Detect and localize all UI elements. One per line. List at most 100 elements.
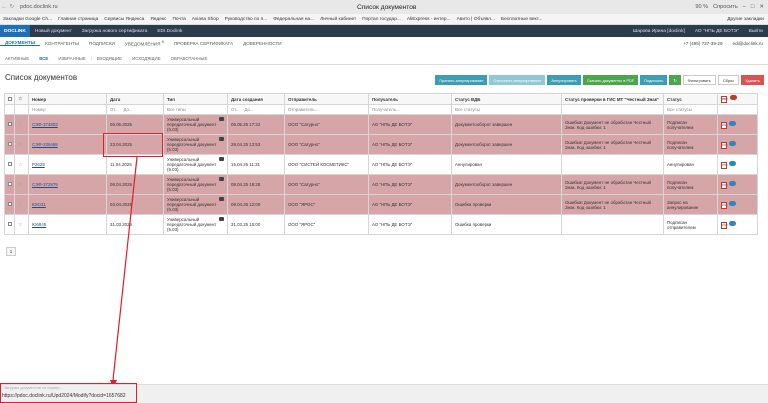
org-selector[interactable]: АО "НПЬ ДЕ БОТЭ" bbox=[690, 29, 744, 34]
row-checkbox[interactable] bbox=[4, 114, 15, 135]
download-pdf-button[interactable]: Скачать документы в PDF bbox=[582, 75, 639, 85]
doc-number[interactable]: ЮЮ31 bbox=[32, 202, 46, 207]
filter-date-range[interactable]: От... До... bbox=[106, 104, 164, 115]
reset-button[interactable]: Сброс bbox=[717, 75, 740, 85]
filter-gis-status[interactable] bbox=[561, 104, 664, 115]
briefcase-icon[interactable] bbox=[219, 137, 224, 141]
filter-button[interactable]: Фильтровать bbox=[682, 75, 716, 85]
maximize-icon[interactable]: □ bbox=[751, 4, 754, 10]
other-bookmarks[interactable]: Другие закладки bbox=[724, 17, 768, 22]
filter-created-to[interactable]: До... bbox=[245, 107, 254, 112]
cloud-download-icon[interactable] bbox=[729, 220, 736, 226]
doc-number-link[interactable]: СЭФ-372979 bbox=[28, 174, 107, 195]
subtab-outgoing[interactable]: ИСХОДЯЩИЕ bbox=[127, 56, 166, 61]
bookmark-item[interactable]: Бесплатные вект... bbox=[498, 17, 545, 22]
annul-button[interactable]: Аннулировать bbox=[547, 75, 581, 85]
row-checkbox[interactable] bbox=[4, 154, 15, 175]
accept-annulment-button[interactable]: Принять аннулирование bbox=[435, 75, 488, 85]
filter-created-range[interactable]: От... До... bbox=[227, 104, 285, 115]
subtab-incoming[interactable]: ВХОДЯЩИЕ bbox=[92, 56, 127, 61]
minimize-icon[interactable]: – bbox=[743, 4, 746, 10]
star-icon[interactable]: ☆ bbox=[14, 214, 29, 235]
download-icon[interactable] bbox=[730, 95, 738, 100]
briefcase-icon[interactable] bbox=[219, 197, 224, 201]
row-checkbox[interactable] bbox=[4, 214, 15, 235]
doc-number[interactable]: СЭФ-374803 bbox=[32, 122, 58, 127]
bookmark-item[interactable]: Яндекс bbox=[147, 17, 169, 22]
filter-vdb-status[interactable]: Все статусы bbox=[451, 104, 562, 115]
support-email[interactable]: edi@doclink.ru bbox=[728, 41, 768, 46]
table-row[interactable]: ☆ ЮЮ31 03.04.2025 Универсальный передаточны… bbox=[4, 194, 758, 215]
bookmark-item[interactable]: Руководство по п... bbox=[222, 17, 271, 22]
edi-doclink-link[interactable]: EDI.Doclink bbox=[152, 29, 187, 34]
briefcase-icon[interactable] bbox=[219, 217, 224, 221]
pdf-icon[interactable]: PDF bbox=[721, 221, 728, 229]
new-document-link[interactable]: Новый документ bbox=[30, 29, 77, 34]
bookmark-item[interactable]: AliExpress - интер... bbox=[404, 17, 454, 22]
subtab-processed[interactable]: ОБРАБОТАННЫЕ bbox=[166, 56, 213, 61]
table-row[interactable]: ☆ Ю6845 31.03.2025 Универсальный передаточн… bbox=[4, 214, 758, 235]
col-date[interactable]: Дата bbox=[106, 93, 164, 105]
tab-documents[interactable]: ДОКУМЕНТЫ bbox=[0, 40, 41, 46]
row-checkbox[interactable] bbox=[4, 134, 15, 155]
cloud-download-icon[interactable] bbox=[729, 200, 736, 206]
filter-created-from[interactable]: От... bbox=[231, 107, 240, 112]
upload-certificate-link[interactable]: Загрузка нового сертификата bbox=[77, 29, 153, 34]
briefcase-icon[interactable] bbox=[219, 157, 224, 161]
back-icon[interactable]: ← bbox=[0, 4, 8, 10]
tab-notifications[interactable]: УВЕДОМЛЕНИЯ 6 bbox=[120, 40, 169, 47]
doc-number[interactable]: Ю6845 bbox=[32, 222, 46, 227]
tab-contractors[interactable]: КОНТРАГЕНТЫ bbox=[40, 41, 84, 46]
star-icon[interactable]: ☆ bbox=[14, 114, 29, 135]
bookmark-item[interactable]: Сервисы Яндекса bbox=[101, 17, 147, 22]
col-gis-status[interactable]: Статус проверки в ГИС МТ "Честный Знак" bbox=[561, 93, 664, 105]
doc-number[interactable]: СЭФ-235488 bbox=[32, 142, 58, 147]
star-icon[interactable]: ☆ bbox=[14, 134, 29, 155]
bookmark-item[interactable]: Личный кабинет bbox=[317, 17, 359, 22]
refresh-button[interactable]: ↻ bbox=[669, 75, 681, 85]
tab-certificate-check[interactable]: ПРОВЕРКА СЕРТИФИКАТА bbox=[169, 41, 238, 46]
cloud-download-icon[interactable] bbox=[729, 180, 736, 186]
select-all-checkbox[interactable] bbox=[4, 93, 15, 105]
table-row[interactable]: ☆ СЭФ-374803 05.05.2025 Универсальный перед… bbox=[4, 114, 758, 135]
doc-number[interactable]: СЭФ-372979 bbox=[32, 182, 58, 187]
bookmark-item[interactable]: Закладки Google Ch... bbox=[0, 17, 55, 22]
col-vdb-status[interactable]: Статус ВДБ bbox=[451, 93, 562, 105]
table-row[interactable]: ☆ P2629 11.04.2025 Универсальный передаточн… bbox=[4, 154, 758, 175]
filter-status[interactable]: Все статусы bbox=[663, 104, 718, 115]
tab-subscriptions[interactable]: ПОДПИСКИ bbox=[84, 41, 120, 46]
col-status[interactable]: Статус bbox=[663, 93, 718, 105]
cloud-download-icon[interactable] bbox=[729, 140, 736, 146]
doc-number[interactable]: P2629 bbox=[32, 162, 45, 167]
close-icon[interactable]: ✕ bbox=[759, 4, 764, 10]
address-bar[interactable]: pdoc.doclink.ru bbox=[20, 4, 78, 10]
pdf-icon[interactable]: PDF bbox=[721, 121, 728, 129]
bookmark-item[interactable]: Портал государ... bbox=[359, 17, 404, 22]
pdf-icon[interactable]: PDF bbox=[721, 161, 728, 169]
tab-power-of-attorney[interactable]: ДОВЕРЕННОСТИ bbox=[238, 41, 286, 46]
delete-button[interactable]: Удалить bbox=[741, 75, 764, 85]
pagination-page[interactable]: 1 bbox=[6, 247, 16, 256]
bookmark-item[interactable]: Федеральная на... bbox=[270, 17, 317, 22]
star-icon[interactable]: ☆ bbox=[14, 194, 29, 215]
doc-number-link[interactable]: Ю6845 bbox=[28, 214, 107, 235]
subtab-active[interactable]: АКТИВНЫЕ bbox=[0, 56, 34, 61]
logout-link[interactable]: Выйти bbox=[744, 29, 768, 34]
doc-number-link[interactable]: СЭФ-235488 bbox=[28, 134, 107, 155]
col-created[interactable]: Дата создания bbox=[227, 93, 285, 105]
pdf-icon[interactable]: PDF bbox=[721, 141, 728, 149]
cloud-download-icon[interactable] bbox=[729, 160, 736, 166]
doc-number-link[interactable]: P2629 bbox=[28, 154, 107, 175]
zoom-level[interactable]: 90 % bbox=[695, 4, 708, 10]
sign-button[interactable]: Подписать bbox=[640, 75, 668, 85]
bookmark-item[interactable]: Главная страница bbox=[55, 17, 101, 22]
pdf-icon[interactable]: PDF bbox=[721, 181, 728, 189]
briefcase-icon[interactable] bbox=[219, 117, 224, 121]
bookmark-item[interactable]: Aviasa Shop bbox=[189, 17, 222, 22]
bookmark-item[interactable]: Авито | Объявл... bbox=[454, 17, 498, 22]
cloud-download-icon[interactable] bbox=[729, 120, 736, 126]
bookmark-item[interactable]: Почта bbox=[169, 17, 188, 22]
reload-icon[interactable]: ↻ bbox=[8, 4, 16, 10]
reject-annulment-button[interactable]: Отклонить аннулирование bbox=[489, 75, 546, 85]
star-icon[interactable]: ☆ bbox=[14, 174, 29, 195]
